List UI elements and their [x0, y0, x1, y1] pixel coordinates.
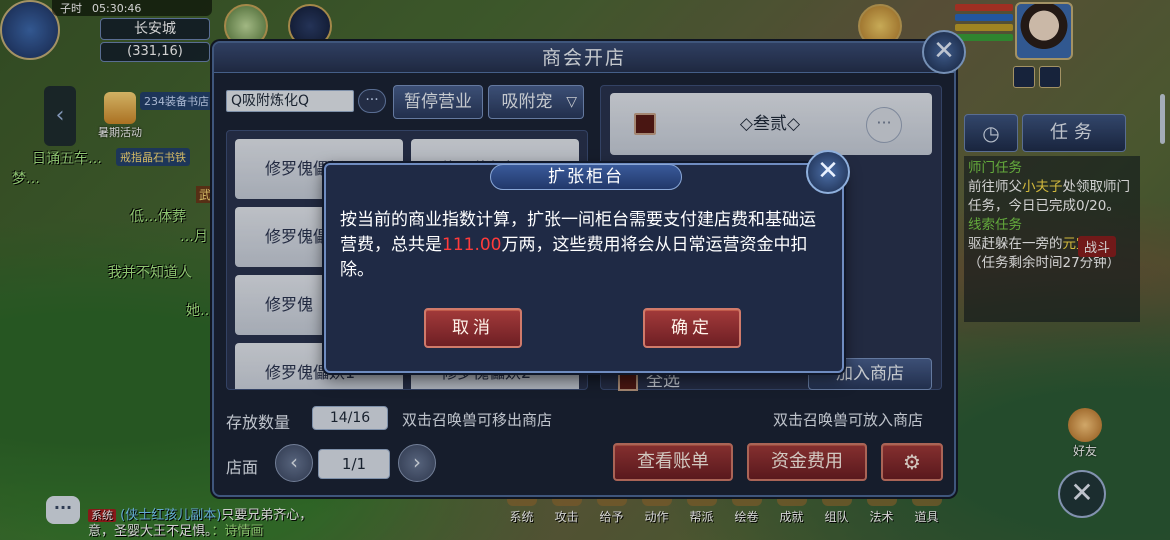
dialog-title: 扩张柜台	[490, 164, 682, 190]
confirm-button[interactable]: 确定	[643, 308, 741, 348]
dialog-close-icon[interactable]: ✕	[806, 150, 850, 194]
cancel-button[interactable]: 取消	[424, 308, 522, 348]
dialog-message: 按当前的商业指数计算，扩张一间柜台需要支付建店费和基础运营费，总共是111.00…	[340, 208, 830, 283]
dialog-amount: 111.00	[442, 235, 502, 255]
